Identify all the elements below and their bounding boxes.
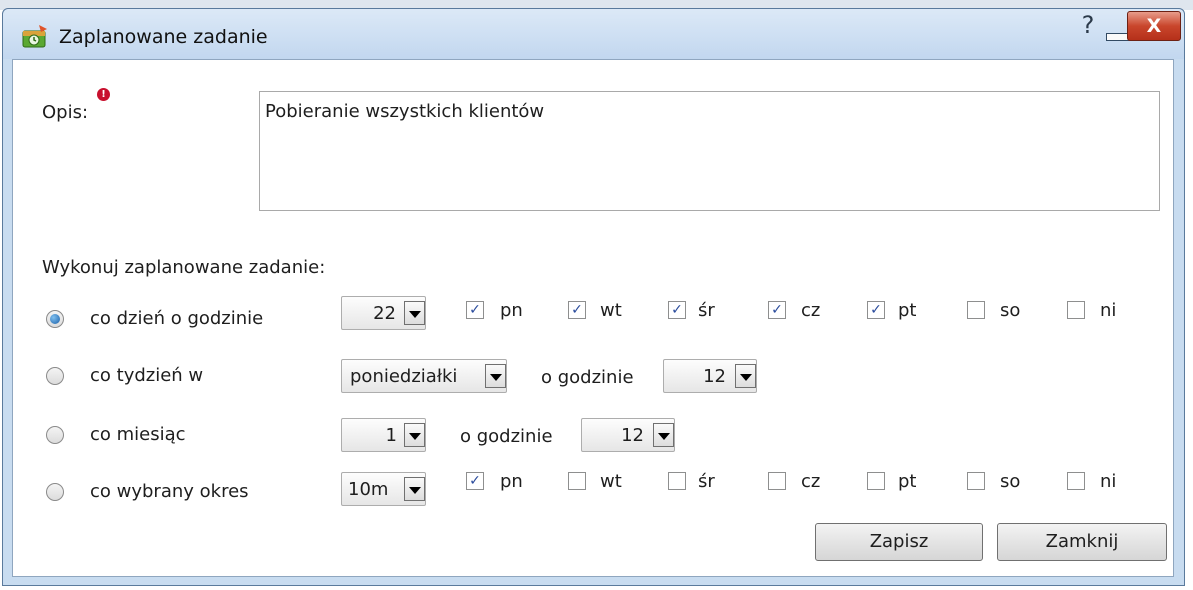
daily-day-wt-checkbox[interactable]: ✓ xyxy=(568,301,586,319)
daily-label: co dzień o godzinie xyxy=(90,308,264,329)
desc-label: Opis: xyxy=(42,102,89,123)
period-day-cz-label: cz xyxy=(801,471,821,492)
required-icon: ! xyxy=(97,88,110,101)
period-day-pn-label: pn xyxy=(500,471,523,492)
daily-radio[interactable] xyxy=(46,310,64,328)
period-day-so-label: so xyxy=(1000,471,1021,492)
chevron-down-icon[interactable] xyxy=(404,423,425,447)
period-interval-combo[interactable]: 10m xyxy=(341,472,426,506)
daily-day-so-checkbox[interactable] xyxy=(967,301,985,319)
daily-day-cz-checkbox[interactable]: ✓ xyxy=(768,301,786,319)
daily-day-cz-label: cz xyxy=(801,300,821,321)
weekly-label: co tydzień w xyxy=(90,365,204,386)
desc-input[interactable]: Pobieranie wszystkich klientów xyxy=(259,91,1160,211)
daily-day-pn-label: pn xyxy=(500,300,523,321)
chevron-down-icon[interactable] xyxy=(735,364,756,388)
period-day-ni-checkbox[interactable] xyxy=(1067,472,1085,490)
monthly-day-combo[interactable]: 1 xyxy=(341,418,426,452)
period-day-sr-label: śr xyxy=(698,471,715,492)
monthly-label: co miesiąc xyxy=(90,424,186,445)
monthly-at-hour-label: o godzinie xyxy=(460,426,553,447)
period-day-pt-checkbox[interactable] xyxy=(867,472,885,490)
daily-day-pt-checkbox[interactable]: ✓ xyxy=(867,301,885,319)
weekly-hour-combo[interactable]: 12 xyxy=(663,359,757,393)
daily-day-sr-label: śr xyxy=(698,300,715,321)
period-interval-value: 10m xyxy=(348,479,389,500)
period-day-sr-checkbox[interactable] xyxy=(668,472,686,490)
period-label: co wybrany okres xyxy=(90,481,249,502)
monthly-hour-combo[interactable]: 12 xyxy=(581,418,675,452)
period-day-so-checkbox[interactable] xyxy=(967,472,985,490)
help-button[interactable]: ? xyxy=(1075,11,1101,39)
chevron-down-icon[interactable] xyxy=(653,423,674,447)
period-radio[interactable] xyxy=(46,483,64,501)
scheduled-task-icon xyxy=(22,25,47,48)
close-window-button[interactable]: X xyxy=(1127,11,1181,41)
period-day-pn-checkbox[interactable]: ✓ xyxy=(466,472,484,490)
daily-day-so-label: so xyxy=(1000,300,1021,321)
weekly-at-hour-label: o godzinie xyxy=(541,367,634,388)
period-day-wt-checkbox[interactable] xyxy=(568,472,586,490)
period-day-wt-label: wt xyxy=(600,471,622,492)
weekly-day-combo[interactable]: poniedziałki xyxy=(341,359,507,393)
monthly-radio[interactable] xyxy=(46,426,64,444)
window-title: Zaplanowane zadanie xyxy=(59,26,268,48)
chevron-down-icon[interactable] xyxy=(404,301,425,325)
daily-day-pn-checkbox[interactable]: ✓ xyxy=(466,301,484,319)
save-button[interactable]: Zapisz xyxy=(815,523,983,561)
monthly-day-value: 1 xyxy=(385,425,397,446)
chevron-down-icon[interactable] xyxy=(404,477,425,501)
schedule-label: Wykonuj zaplanowane zadanie: xyxy=(42,257,326,278)
weekly-radio[interactable] xyxy=(46,367,64,385)
daily-day-sr-checkbox[interactable]: ✓ xyxy=(668,301,686,319)
daily-hour-value: 22 xyxy=(373,303,396,324)
chevron-down-icon[interactable] xyxy=(485,364,506,388)
period-day-cz-checkbox[interactable] xyxy=(768,472,786,490)
weekly-hour-value: 12 xyxy=(703,366,726,387)
monthly-hour-value: 12 xyxy=(621,425,644,446)
daily-day-wt-label: wt xyxy=(600,300,622,321)
weekly-day-value: poniedziałki xyxy=(350,366,458,387)
daily-day-ni-label: ni xyxy=(1100,300,1117,321)
title-bar: Zaplanowane zadanie ? X xyxy=(3,9,1184,59)
daily-hour-combo[interactable]: 22 xyxy=(341,296,426,330)
period-day-ni-label: ni xyxy=(1100,471,1117,492)
daily-day-pt-label: pt xyxy=(898,300,917,321)
period-day-pt-label: pt xyxy=(898,471,917,492)
daily-day-ni-checkbox[interactable] xyxy=(1067,301,1085,319)
close-button[interactable]: Zamknij xyxy=(997,523,1167,561)
